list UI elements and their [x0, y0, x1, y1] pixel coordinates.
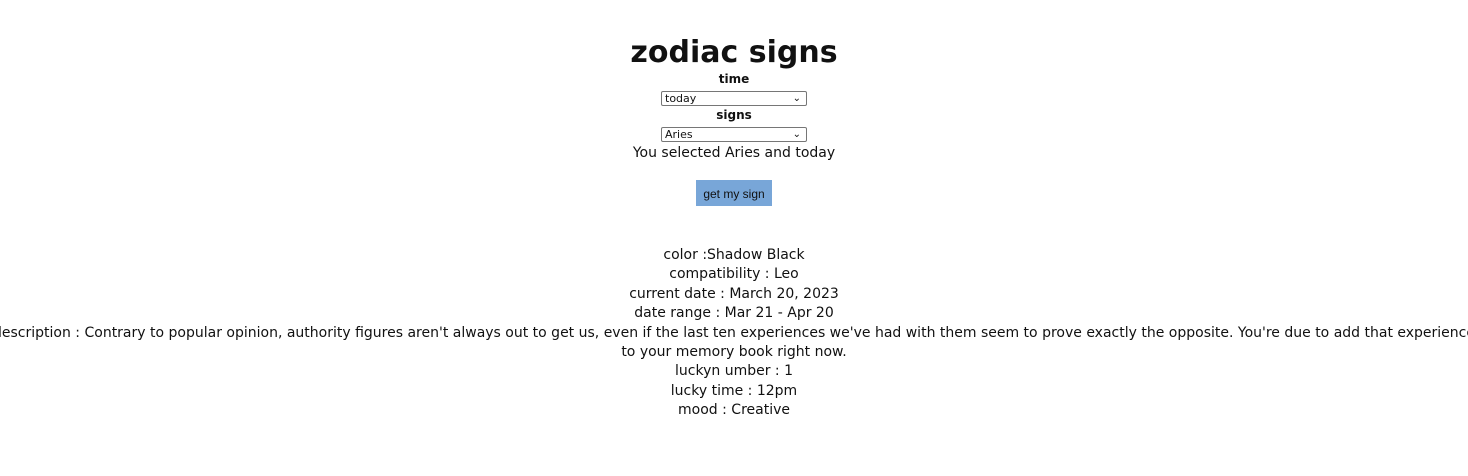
page-title: zodiac signs — [630, 35, 838, 70]
selection-message: You selected Aries and today — [632, 145, 836, 161]
result-color: color :Shadow Black — [663, 247, 805, 263]
signs-label: signs — [716, 108, 752, 122]
get-my-sign-button[interactable]: get my sign — [696, 180, 772, 206]
time-select-value: today — [665, 92, 697, 105]
result-current-date: current date : March 20, 2023 — [629, 285, 839, 302]
chevron-down-icon: ⌄ — [792, 129, 801, 140]
horoscope-results: color :Shadow Black compatibility : Leo … — [0, 246, 1468, 421]
signs-select-value: Aries — [665, 128, 693, 141]
result-compatibility: compatibility : Leo — [669, 266, 799, 283]
result-date-range: date range : Mar 21 - Apr 20 — [634, 305, 834, 322]
signs-select[interactable]: Aries ⌄ — [661, 127, 807, 142]
result-mood: mood : Creative — [678, 402, 790, 419]
chevron-down-icon: ⌄ — [792, 93, 801, 104]
result-lucky-number: luckyn umber : 1 — [675, 363, 793, 380]
result-lucky-time: lucky time : 12pm — [670, 382, 798, 399]
time-select[interactable]: today ⌄ — [661, 91, 807, 106]
time-label: time — [718, 72, 750, 86]
page: zodiac signs time today ⌄ signs Aries ⌄ … — [0, 0, 1468, 476]
result-description: description : Contrary to popular opinio… — [0, 324, 1468, 361]
